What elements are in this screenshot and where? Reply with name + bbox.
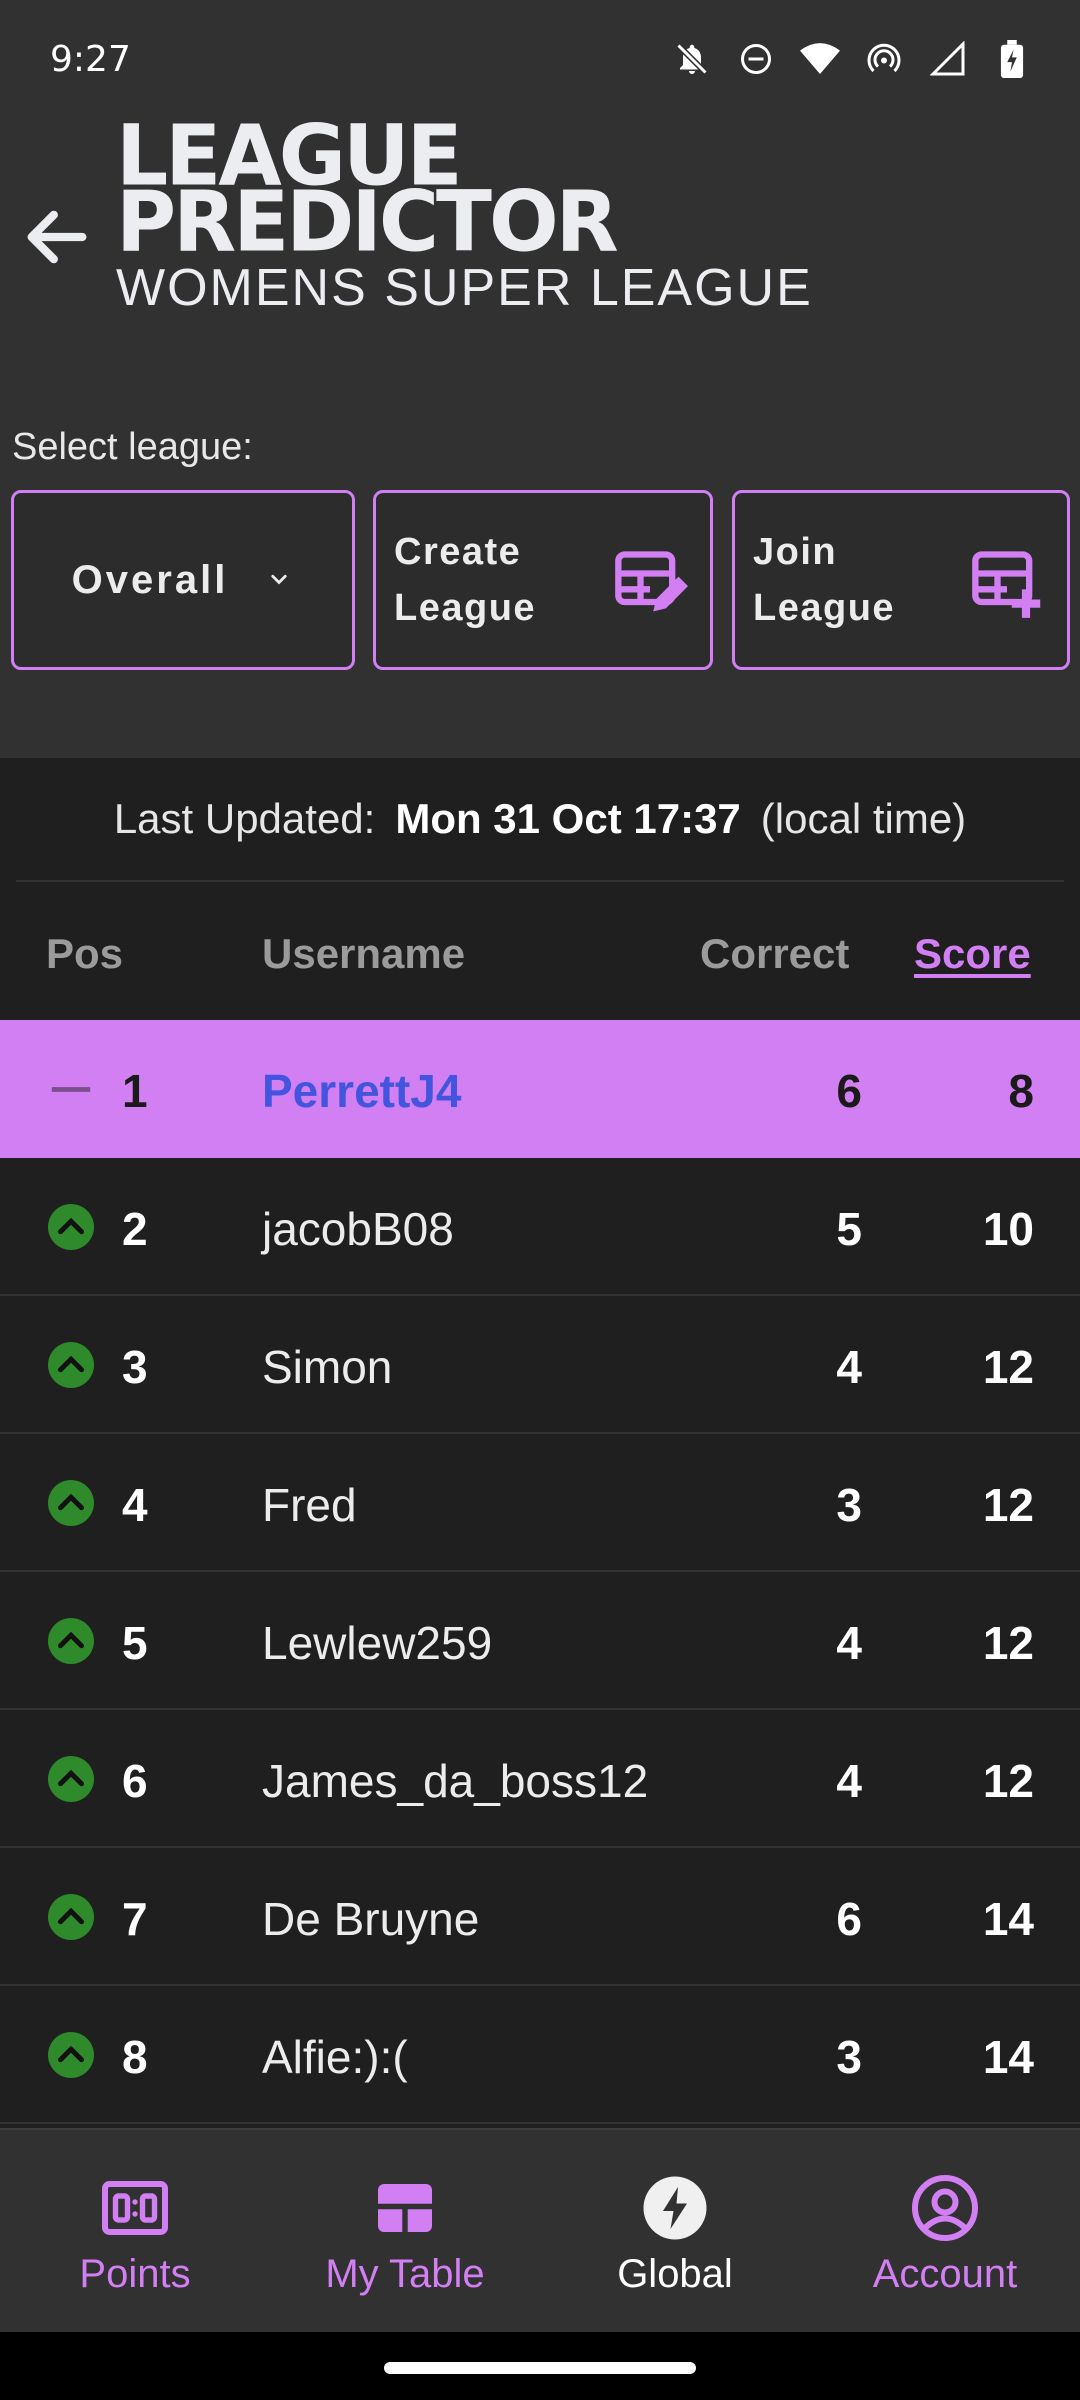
row-correct: 5 [836,1203,862,1255]
create-league-label: Create League [394,531,537,629]
position-up-icon [48,1480,94,1526]
table-rows: 1 PerrettJ4 6 8 2 jacobB08 5 10 3 Simon … [0,1020,1080,2124]
app-logo: LEAGUE PREDICTOR WOMENS SUPER LEAGUE [116,118,813,316]
select-league-label: Select league: [12,426,253,468]
row-username: De Bruyne [262,1893,480,1945]
table-row[interactable]: 7 De Bruyne 6 14 [0,1848,1080,1986]
status-icons [672,39,1032,79]
row-correct: 4 [836,1341,862,1393]
nav-account[interactable]: Account [810,2130,1080,2334]
table-edit-icon [615,551,688,612]
table-header: Pos Username Correct Score [0,882,1080,1022]
row-pos: 8 [122,2031,148,2083]
nav-points-label: Points [79,2252,191,2296]
chevron-down-icon [271,574,287,585]
row-username: Fred [262,1479,357,1531]
table-add-icon [972,551,1041,618]
header-pos[interactable]: Pos [46,930,123,978]
table-row[interactable]: 6 James_da_boss12 4 12 [0,1710,1080,1848]
row-correct: 6 [836,1893,862,1945]
row-username: PerrettJ4 [262,1065,462,1117]
position-up-icon [48,1894,94,1940]
position-up-icon [48,1342,94,1388]
join-league-button[interactable]: Join League [732,490,1070,670]
hotspot-icon [864,39,904,79]
row-username: Lewlew259 [262,1617,493,1669]
row-correct: 3 [836,2031,862,2083]
nav-global[interactable]: Global [540,2130,810,2334]
table-row[interactable]: 5 Lewlew259 4 12 [0,1572,1080,1710]
row-score: 12 [982,1617,1034,1669]
row-pos: 7 [122,1893,148,1945]
nav-global-label: Global [617,2252,733,2296]
back-button[interactable] [14,194,100,280]
status-bar: 9:27 [0,0,1080,118]
row-username: jacobB08 [262,1203,454,1255]
row-score: 8 [1008,1065,1034,1117]
row-pos: 5 [122,1617,148,1669]
no-change-icon [51,1087,91,1092]
nav-account-label: Account [872,2252,1018,2296]
row-username: Alfie:):( [262,2031,408,2083]
row-pos: 4 [122,1479,148,1531]
league-table: Last Updated: Mon 31 Oct 17:37 (local ti… [0,758,1080,2128]
table-icon [378,2184,432,2232]
row-username: James_da_boss12 [262,1755,649,1807]
row-pos: 1 [122,1065,148,1117]
header-username[interactable]: Username [262,930,465,978]
table-row[interactable]: 3 Simon 4 12 [0,1296,1080,1434]
position-up-icon [48,1204,94,1250]
row-score: 12 [982,1341,1034,1393]
row-correct: 4 [836,1617,862,1669]
row-correct: 4 [836,1755,862,1807]
status-time: 9:27 [50,38,131,80]
arrow-left-icon [27,210,87,264]
last-updated: Last Updated: Mon 31 Oct 17:37 (local ti… [16,758,1064,882]
row-score: 14 [982,1893,1034,1945]
lightning-icon [643,2176,707,2240]
join-league-label: Join League [753,531,896,629]
position-up-icon [48,1756,94,1802]
last-updated-prefix: Last Updated: [113,795,376,842]
row-pos: 6 [122,1755,148,1807]
position-up-icon [48,2032,94,2078]
bell-off-icon [672,39,712,79]
league-dropdown-value: Overall [71,557,229,602]
table-row[interactable]: 8 Alfie:):( 3 14 [0,1986,1080,2124]
battery-charging-icon [992,39,1032,79]
row-score: 12 [982,1479,1034,1531]
create-league-button[interactable]: Create League [373,490,713,670]
table-row[interactable]: 4 Fred 3 12 [0,1434,1080,1572]
do-not-disturb-icon [736,39,776,79]
home-gesture-handle[interactable] [384,2362,696,2374]
header-score[interactable]: Score [914,930,1031,978]
row-correct: 6 [836,1065,862,1117]
last-updated-suffix: (local time) [760,795,967,842]
scoreboard-icon [102,2181,168,2235]
row-correct: 3 [836,1479,862,1531]
row-score: 10 [982,1203,1034,1255]
signal-icon [928,39,968,79]
table-row[interactable]: 2 jacobB08 5 10 [0,1158,1080,1296]
row-pos: 2 [122,1203,148,1255]
row-username: Simon [262,1341,393,1393]
nav-points[interactable]: Points [0,2130,270,2334]
gesture-bar [0,2332,1080,2400]
league-controls: Overall Create League Join League [11,490,1070,670]
league-dropdown[interactable]: Overall [11,490,355,670]
app-header: LEAGUE PREDICTOR WOMENS SUPER LEAGUE Sel… [0,118,1080,758]
nav-my-table[interactable]: My Table [270,2130,540,2334]
table-row[interactable]: 1 PerrettJ4 6 8 [0,1020,1080,1158]
last-updated-date: Mon 31 Oct 17:37 [395,795,741,842]
position-up-icon [48,1618,94,1664]
header-correct[interactable]: Correct [700,930,849,978]
wifi-icon [800,39,840,79]
logo-line2: PREDICTOR [116,174,619,271]
row-score: 14 [982,2031,1034,2083]
bottom-navigation: Points My Table Global Account [0,2128,1080,2332]
nav-my-table-label: My Table [325,2252,485,2296]
row-score: 12 [982,1755,1034,1807]
row-pos: 3 [122,1341,148,1393]
account-circle-icon [912,2175,978,2241]
